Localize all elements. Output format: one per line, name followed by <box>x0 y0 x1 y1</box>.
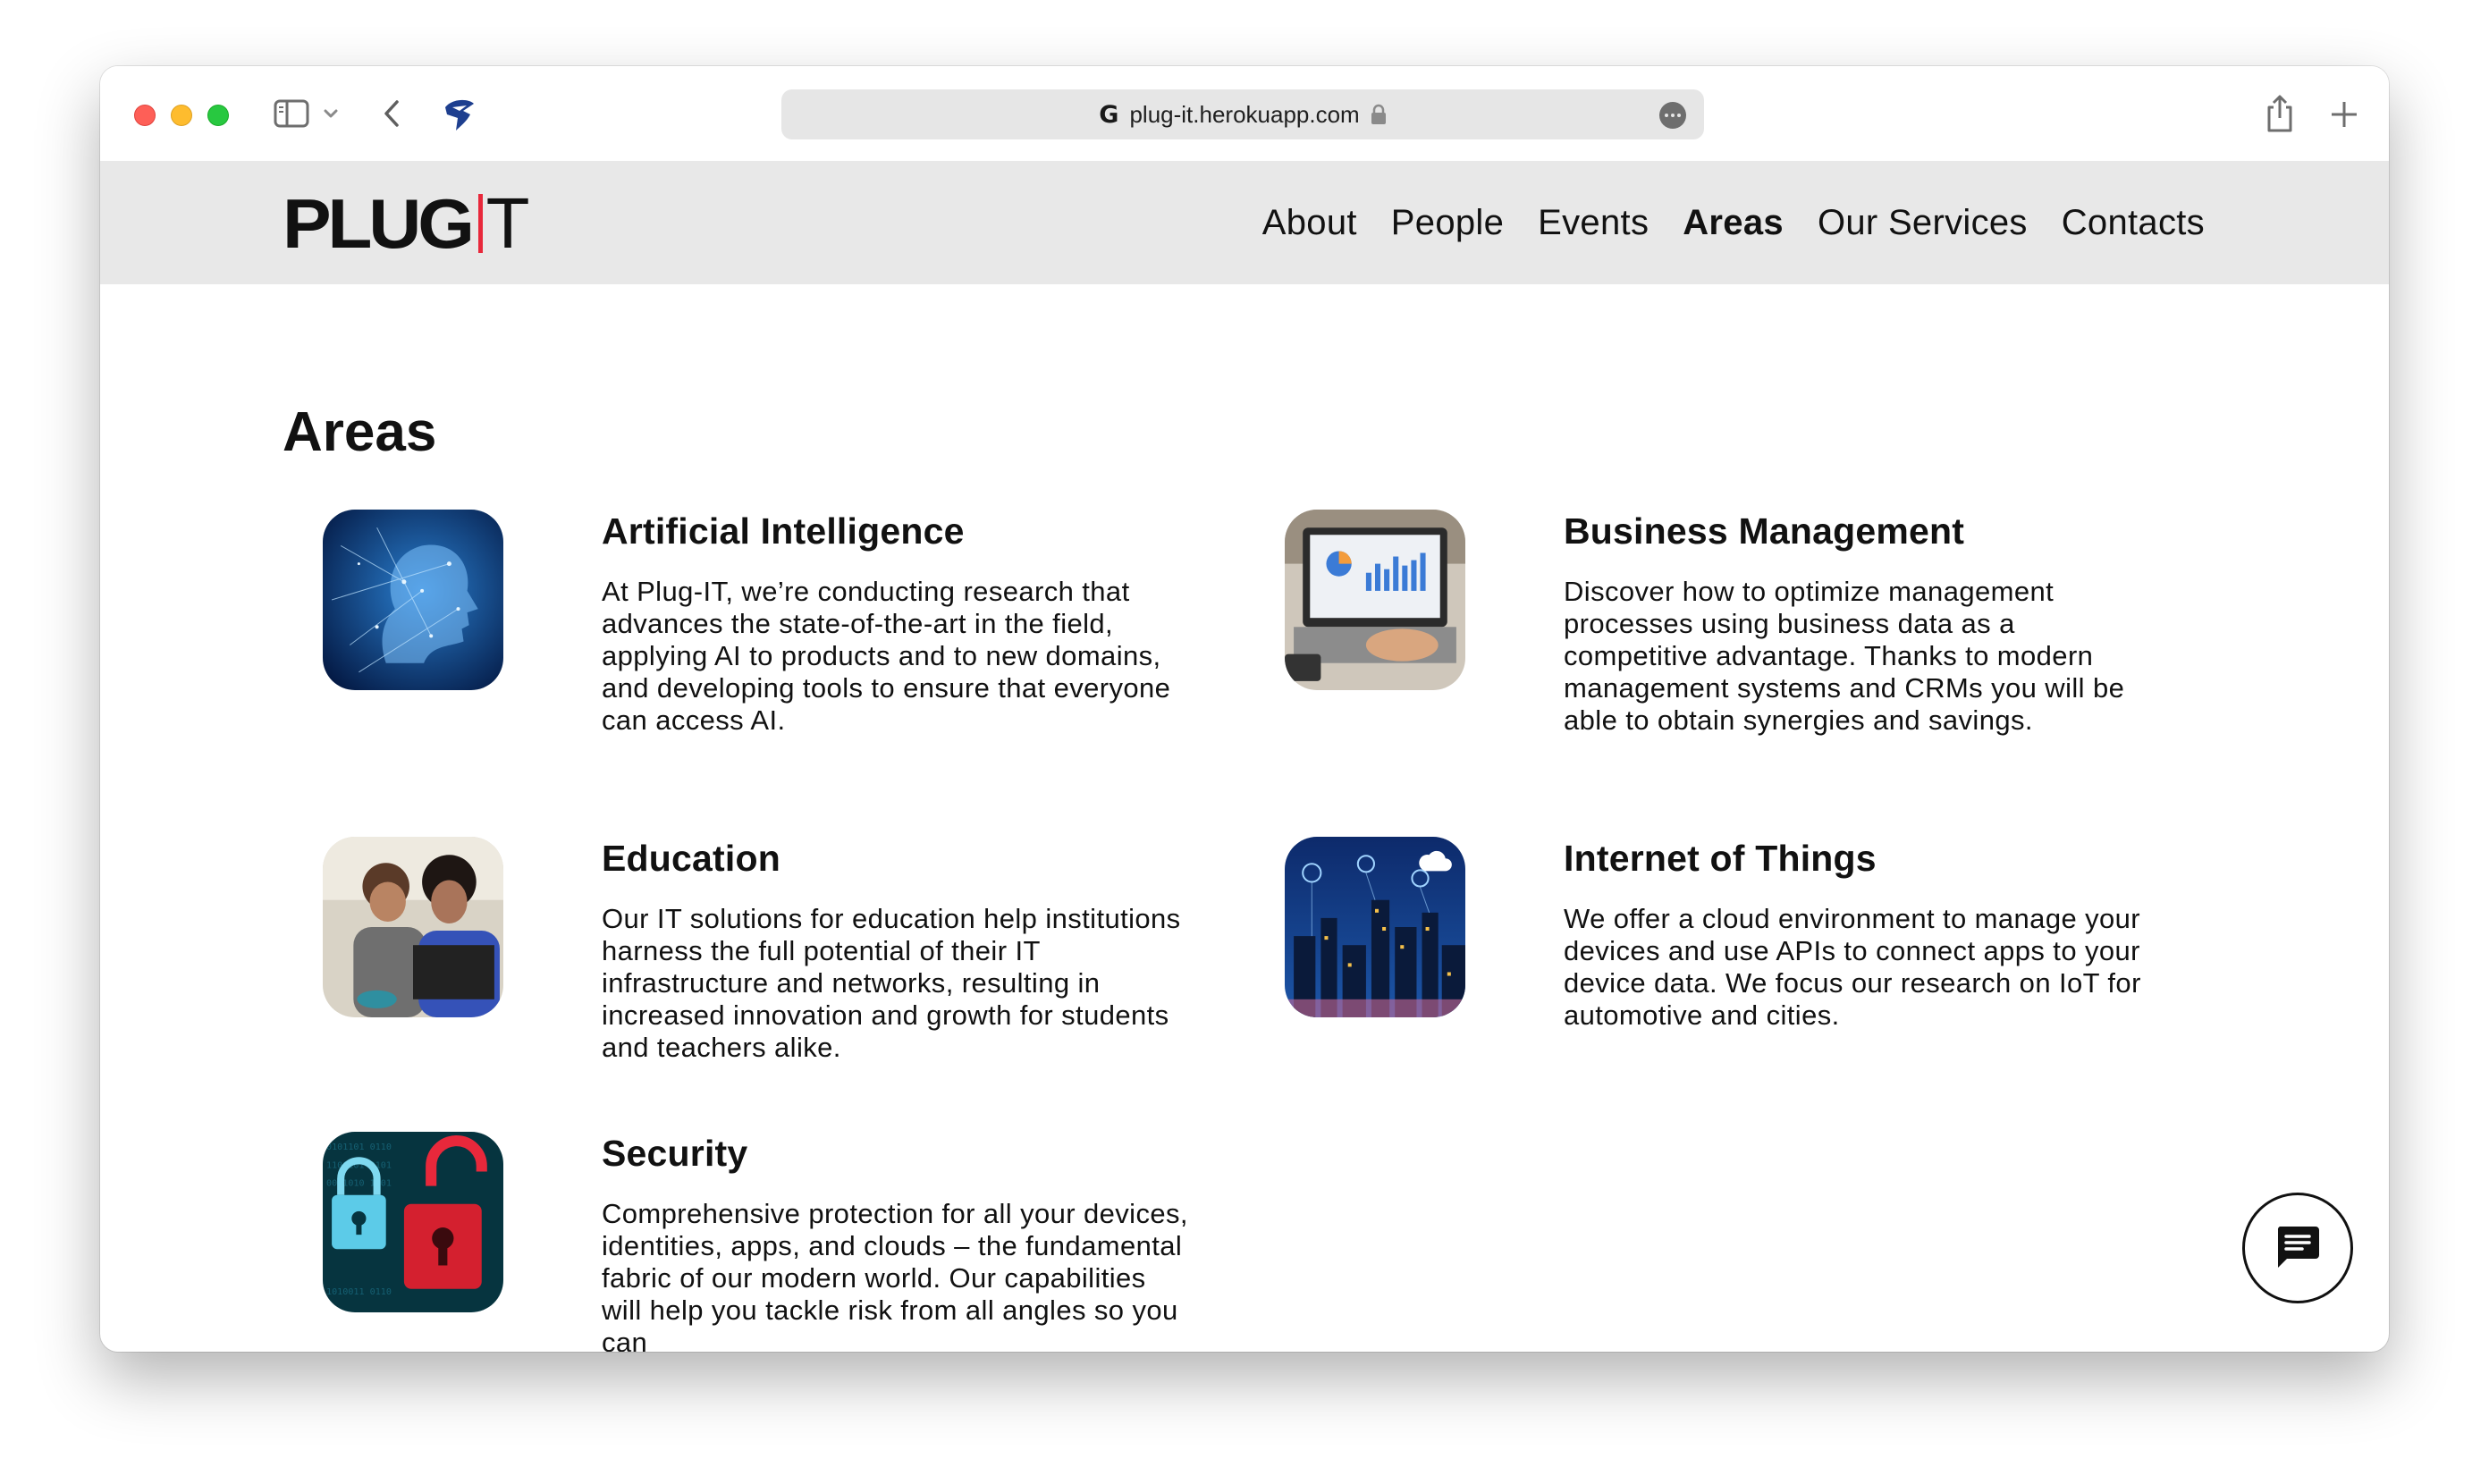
site-header: PLUG T About People Events Areas Our Ser… <box>100 161 2389 284</box>
nav-areas[interactable]: Areas <box>1683 195 1784 250</box>
lock-icon <box>1371 104 1387 125</box>
address-bar[interactable]: G plug-it.herokuapp.com <box>781 89 1704 139</box>
minimize-window-button[interactable] <box>171 105 192 126</box>
url-text[interactable]: plug-it.herokuapp.com <box>1129 101 1359 129</box>
back-icon[interactable] <box>379 97 406 131</box>
google-icon: G <box>1099 100 1119 129</box>
svg-text:0101101 0110: 0101101 0110 <box>326 1143 392 1152</box>
nav-our-services[interactable]: Our Services <box>1818 195 2028 250</box>
logo-accent-bar <box>477 194 483 253</box>
area-title: Education <box>602 838 780 879</box>
area-title: Internet of Things <box>1564 838 1877 879</box>
area-title: Business Management <box>1564 510 1965 552</box>
sidebar-icon[interactable] <box>274 98 309 129</box>
main-nav: About People Events Areas Our Services C… <box>1262 195 2205 250</box>
iot-thumbnail <box>1285 837 1465 1017</box>
zoom-window-button[interactable] <box>207 105 229 126</box>
area-description: Comprehensive protection for all your de… <box>602 1198 1188 1352</box>
ai-thumbnail <box>323 510 503 690</box>
area-description: We offer a cloud environment to manage y… <box>1564 903 2141 1031</box>
page-content: Areas Artificial Intelligence At Plug-IT… <box>100 284 2389 1352</box>
close-window-button[interactable] <box>134 105 156 126</box>
area-description: Our IT solutions for education help inst… <box>602 903 1181 1063</box>
area-description: Discover how to optimize management proc… <box>1564 576 2125 736</box>
page-title: Areas <box>283 401 437 463</box>
chat-icon <box>2274 1223 2321 1274</box>
site-logo[interactable]: PLUG T <box>283 188 530 259</box>
area-description: At Plug-IT, we’re conducting research th… <box>602 576 1171 736</box>
area-title: Security <box>602 1133 748 1174</box>
logo-text-light: T <box>485 183 530 263</box>
browser-window: G plug-it.herokuapp.com PLUG T About Peo… <box>100 66 2389 1352</box>
site-favicon-icon <box>440 95 479 134</box>
nav-contacts[interactable]: Contacts <box>2062 195 2205 250</box>
share-icon[interactable] <box>2262 93 2298 134</box>
security-thumbnail: 0101101 0110 1100101 0101 0011010 1101 1010… <box>323 1132 503 1312</box>
more-icon[interactable] <box>1659 102 1686 129</box>
svg-text:0011010 1101: 0011010 1101 <box>326 1179 392 1189</box>
chat-button[interactable] <box>2242 1193 2353 1303</box>
nav-about[interactable]: About <box>1262 195 1357 250</box>
plus-icon[interactable] <box>2326 97 2362 132</box>
area-title: Artificial Intelligence <box>602 510 965 552</box>
nav-people[interactable]: People <box>1391 195 1504 250</box>
svg-text:1010011 0110: 1010011 0110 <box>326 1287 392 1297</box>
business-thumbnail <box>1285 510 1465 690</box>
logo-text-bold: PLUG <box>283 184 475 263</box>
browser-toolbar: G plug-it.herokuapp.com <box>100 66 2389 162</box>
education-thumbnail <box>323 837 503 1017</box>
nav-events[interactable]: Events <box>1538 195 1649 250</box>
chevron-down-icon[interactable] <box>322 102 340 125</box>
